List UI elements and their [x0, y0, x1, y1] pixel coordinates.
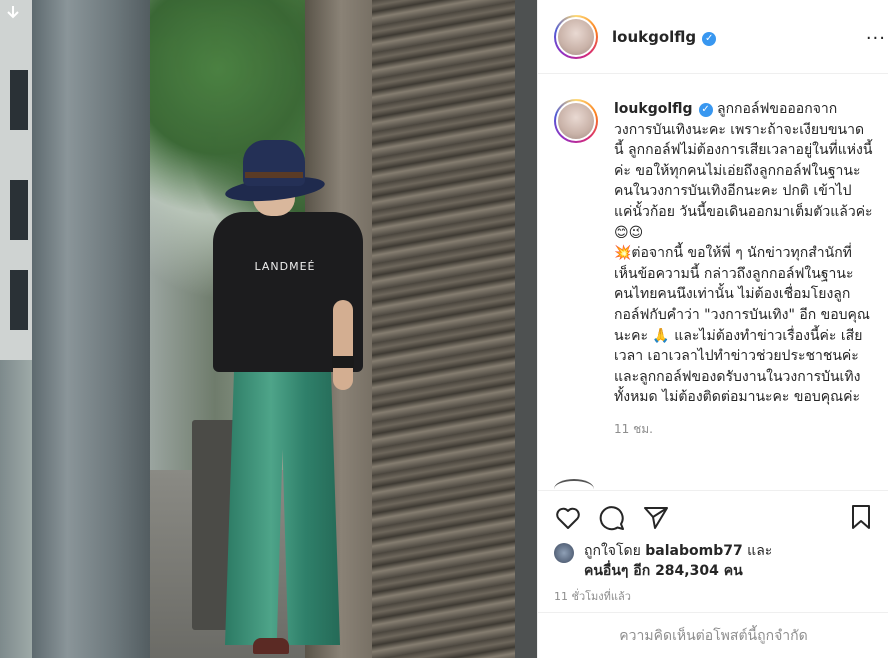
photo-window	[10, 70, 28, 130]
caption-block: loukgolflg ✓ ลูกกอล์ฟขอออกจากวงการบันเทิง…	[554, 99, 873, 408]
post-timestamp[interactable]: 11 ชั่วโมงที่แล้ว	[554, 587, 873, 605]
caption-text: ลูกกอล์ฟขอออกจากวงการบันเทิงนะคะ เพราะถ้…	[614, 101, 873, 406]
comment-bubble-icon[interactable]	[598, 504, 626, 532]
post-sidebar: loukgolflg ✓ ··· loukgolflg ✓ ลูกกอล์ฟขอออ…	[537, 0, 888, 658]
avatar-image	[556, 16, 596, 57]
caption-text-block: loukgolflg ✓ ลูกกอล์ฟขอออกจากวงการบันเทิง…	[614, 99, 873, 408]
action-icons-row	[554, 503, 873, 533]
photo-arm	[333, 300, 353, 390]
avatar-image	[556, 101, 596, 141]
photo-tree-trunk	[372, 0, 528, 658]
liked-by-user[interactable]: balabomb77	[645, 543, 742, 559]
photo-shoe	[253, 638, 289, 654]
liked-by-prefix: ถูกใจโดย	[584, 543, 641, 559]
next-comment-avatar	[554, 479, 594, 490]
avatar[interactable]	[554, 14, 598, 59]
likes-summary: ถูกใจโดย balabomb77 และ คนอื่นๆ อีก 284,…	[554, 541, 873, 581]
photo-hat	[243, 140, 305, 186]
photo-hat-band	[245, 172, 303, 178]
liker-avatar[interactable]	[554, 543, 574, 563]
avatar[interactable]	[554, 99, 598, 143]
liked-by-and: และ	[747, 543, 773, 559]
post-header: loukgolflg ✓ ···	[538, 0, 888, 74]
photo-pants	[225, 365, 340, 645]
download-arrow-icon[interactable]	[4, 4, 22, 22]
photo-edge	[515, 0, 537, 658]
comments-section[interactable]: loukgolflg ✓ ลูกกอล์ฟขอออกจากวงการบันเทิง…	[538, 75, 888, 490]
username-text[interactable]: loukgolflg	[612, 28, 696, 46]
comments-limited-notice: ความคิดเห็นต่อโพสต์นี้ถูกจำกัด	[538, 612, 888, 658]
shirt-logo-text: LANDMEÉ	[254, 260, 316, 273]
photo-window	[10, 180, 28, 240]
caption-timestamp[interactable]: 11 ชม.	[614, 420, 873, 439]
bookmark-icon[interactable]	[847, 503, 875, 531]
verified-badge-icon: ✓	[702, 31, 717, 46]
photo-watch	[332, 356, 354, 368]
more-options-icon[interactable]: ···	[866, 28, 886, 49]
post-actions: ถูกใจโดย balabomb77 และ คนอื่นๆ อีก 284,…	[538, 490, 888, 612]
photo-pillar	[32, 0, 150, 658]
photo-person: LANDMEÉ	[205, 140, 375, 658]
heart-icon[interactable]	[554, 504, 582, 532]
likes-text: ถูกใจโดย balabomb77 และ คนอื่นๆ อีก 284,…	[584, 541, 772, 581]
photo-window	[10, 270, 28, 330]
others-likes-link[interactable]: คนอื่นๆ อีก 284,304 คน	[584, 563, 743, 579]
caption-username[interactable]: loukgolflg	[614, 101, 693, 117]
post-photo[interactable]: LANDMEÉ	[0, 0, 537, 658]
instagram-post-view: LANDMEÉ loukgolflg ✓ ··· loukgolflg ✓ ลู…	[0, 0, 888, 658]
paper-plane-icon[interactable]	[642, 504, 670, 532]
header-username[interactable]: loukgolflg ✓	[612, 28, 717, 46]
verified-badge-icon: ✓	[698, 103, 713, 117]
